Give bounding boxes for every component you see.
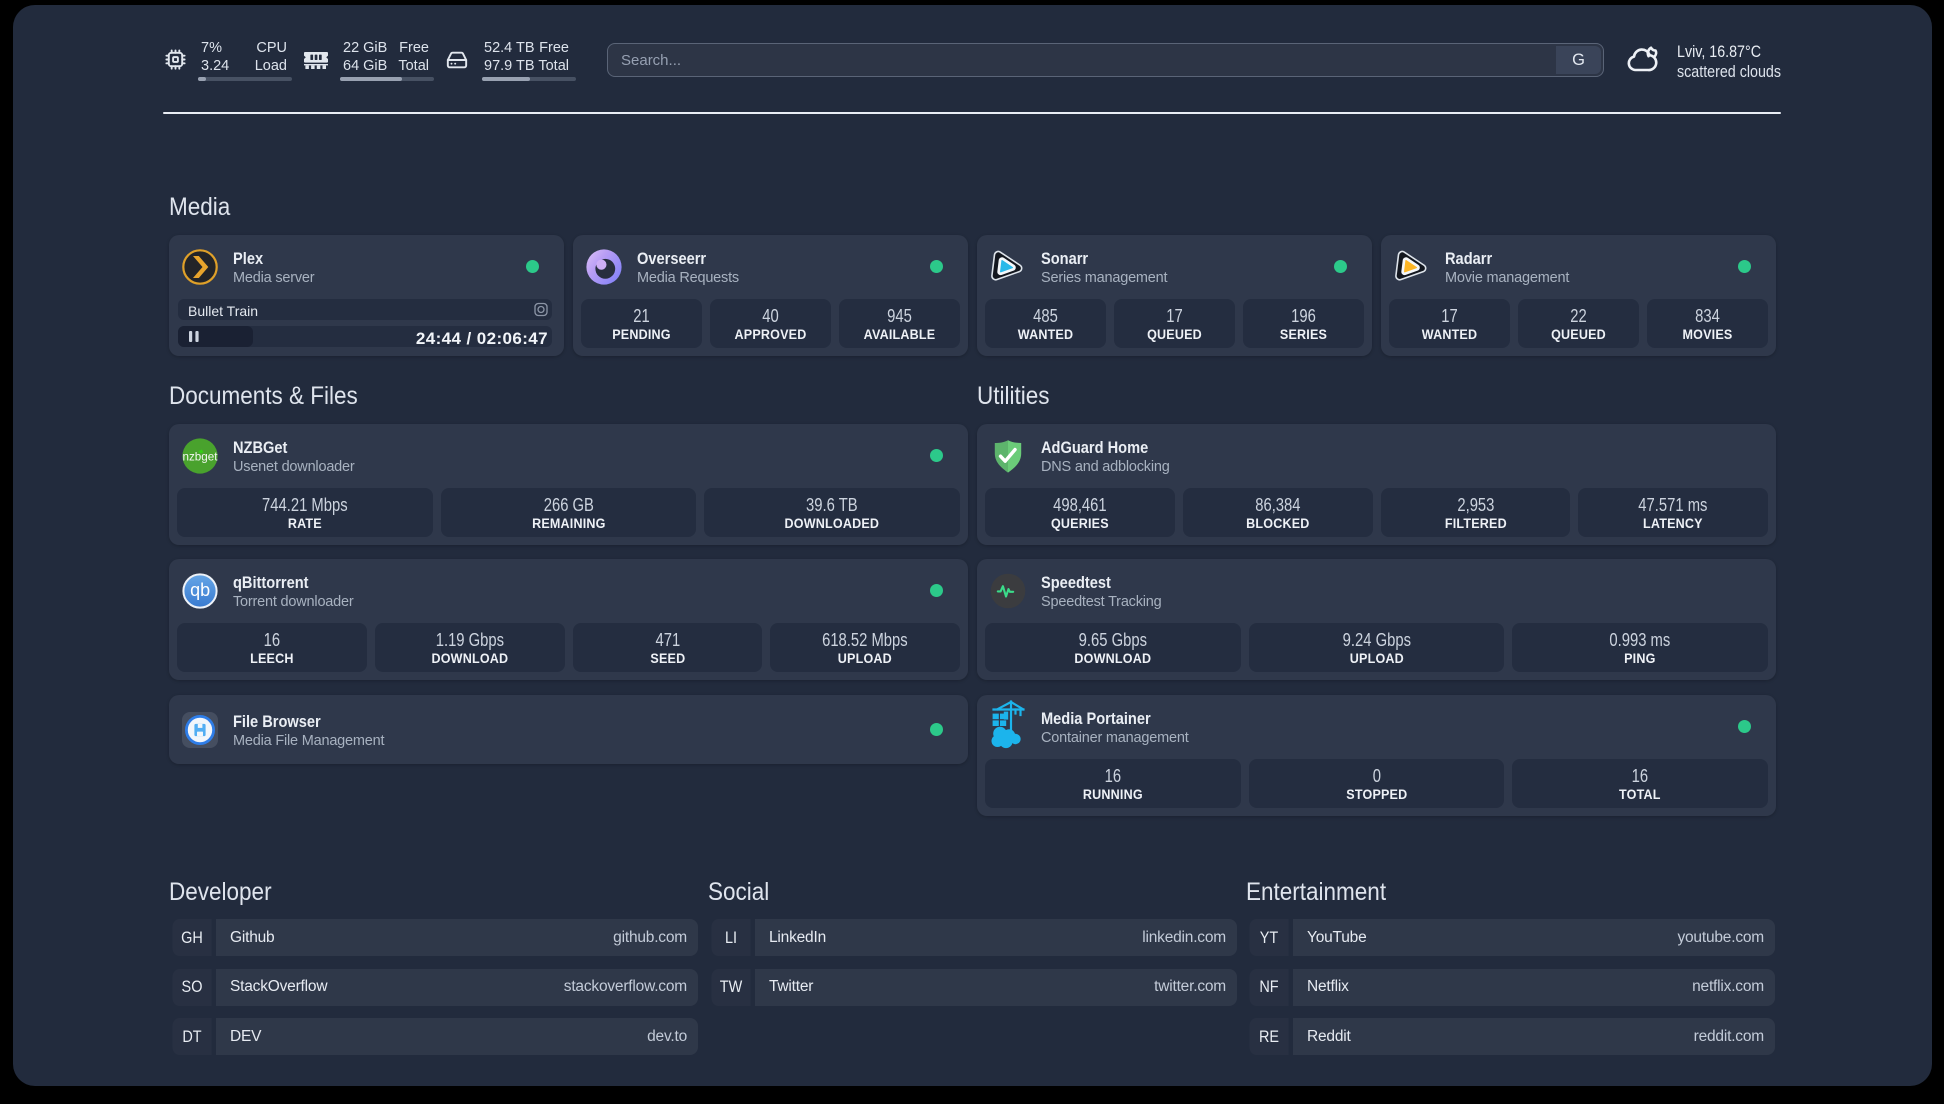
svg-text:nzbget: nzbget — [183, 449, 219, 463]
svg-text:qb: qb — [190, 580, 210, 600]
